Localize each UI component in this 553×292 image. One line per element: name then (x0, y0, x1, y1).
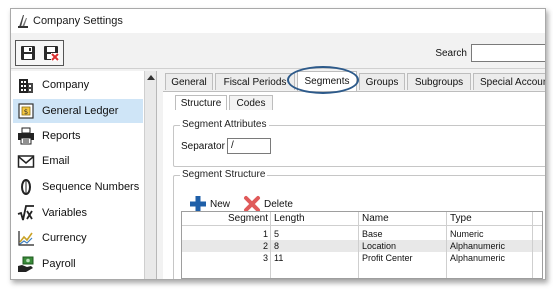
floppy-delete-icon (44, 45, 59, 61)
cell-name: Profit Center (362, 253, 413, 263)
toolbar-button-group (15, 39, 64, 66)
subtab-codes[interactable]: Codes (229, 95, 273, 110)
sidebar-item-label: Variables (42, 207, 88, 219)
column-header-length[interactable]: Length (274, 212, 305, 226)
sidebar-item-email[interactable]: Email (13, 149, 143, 173)
column-divider[interactable] (446, 212, 447, 278)
save-button[interactable] (19, 44, 37, 62)
sidebar-item-currency[interactable]: Currency (13, 226, 143, 250)
scroll-up-arrow-icon[interactable] (147, 75, 155, 80)
column-header-name[interactable]: Name (362, 212, 389, 226)
cell-name: Base (362, 229, 383, 239)
tab-fiscal-periods[interactable]: Fiscal Periods (215, 73, 295, 90)
envelope-icon (16, 151, 36, 171)
number-zero-icon (16, 177, 36, 197)
table-header: Segment Length Name Type (182, 212, 542, 226)
hand-money-icon (16, 254, 36, 274)
column-header-segment[interactable]: Segment (186, 212, 268, 226)
cell-length: 5 (274, 229, 280, 239)
tab-special-accounts[interactable]: Special Accounts (473, 73, 545, 90)
toolbar: Search (11, 37, 545, 69)
tab-general[interactable]: General (165, 73, 213, 90)
window-title: Company Settings (33, 15, 123, 27)
sidebar-item-label: Sequence Numbers (42, 181, 140, 193)
delete-record-button[interactable] (42, 44, 60, 62)
tab-label: Subgroups (414, 76, 464, 88)
tab-label: Groups (365, 76, 399, 88)
sidebar-item-label: Email (42, 155, 70, 167)
sidebar-item-company[interactable]: Company (13, 73, 143, 97)
tab-label: Special Accounts (480, 76, 545, 88)
tab-label: Segments (304, 76, 350, 87)
segment-structure-title: Segment Structure (180, 169, 268, 180)
svg-text:$: $ (24, 108, 28, 116)
cell-type: Alphanumeric (450, 253, 506, 263)
sidebar-item-label: Reports (42, 130, 81, 142)
tab-label: Fiscal Periods (223, 76, 287, 88)
sidebar-item-payroll[interactable]: Payroll (13, 252, 143, 276)
table-row[interactable]: 1 5 Base Numeric (182, 228, 542, 240)
sidebar-item-variables[interactable]: Variables (13, 201, 143, 225)
main-tab-strip: General Fiscal Periods Segments Groups S… (163, 71, 545, 91)
segment-structure-table: Segment Length Name Type 1 5 Base Numeri… (181, 211, 543, 279)
chart-icon (16, 228, 36, 248)
column-divider[interactable] (358, 212, 359, 278)
ledger-icon: $ (16, 101, 36, 121)
sidebar-item-reports[interactable]: Reports (13, 124, 143, 148)
table-row[interactable]: 2 8 Location Alphanumeric (182, 240, 542, 252)
settings-sidebar: Company $ General Ledger Reports Email S… (11, 71, 157, 279)
delete-button-label: Delete (264, 198, 293, 210)
tab-subgroups[interactable]: Subgroups (407, 73, 471, 90)
sidebar-item-general-ledger[interactable]: $ General Ledger (13, 99, 143, 123)
cell-name: Location (362, 241, 397, 251)
printer-icon (16, 126, 36, 146)
cell-segment: 2 (262, 241, 268, 251)
segment-attributes-title: Segment Attributes (180, 119, 269, 130)
new-button-label: New (210, 198, 231, 210)
cell-length: 11 (274, 253, 284, 263)
floppy-disk-icon (21, 45, 35, 60)
sqrt-x-icon (16, 203, 36, 223)
search-input[interactable] (471, 44, 545, 62)
column-header-type[interactable]: Type (450, 212, 472, 226)
building-icon (16, 75, 36, 95)
subtab-label: Structure (180, 97, 222, 109)
cell-segment: 3 (262, 253, 268, 263)
tab-segments[interactable]: Segments (297, 71, 357, 91)
separator-label: Separator (181, 141, 225, 152)
sidebar-item-label: Company (42, 79, 90, 91)
tab-groups[interactable]: Groups (359, 73, 405, 90)
cell-length: 8 (274, 241, 280, 251)
cell-segment: 1 (262, 229, 268, 239)
subtab-label: Codes (236, 97, 266, 109)
sidebar-item-label: Currency (42, 232, 87, 244)
company-settings-window: Company Settings Search Company $ Genera… (10, 8, 546, 280)
column-divider[interactable] (532, 212, 533, 278)
cell-type: Alphanumeric (450, 241, 506, 251)
tab-label: General (171, 76, 207, 88)
sidebar-item-sequence-numbers[interactable]: Sequence Numbers (13, 175, 143, 199)
sidebar-scrollbar[interactable] (144, 71, 156, 279)
subtab-structure[interactable]: Structure (175, 95, 227, 110)
column-divider[interactable] (270, 212, 271, 278)
search-label: Search (435, 48, 467, 59)
separator-input[interactable]: / (227, 138, 271, 154)
settings-app-icon (18, 15, 28, 28)
title-bar: Company Settings (11, 9, 545, 33)
table-row[interactable]: 3 11 Profit Center Alphanumeric (182, 252, 542, 264)
sidebar-item-label: General Ledger (42, 105, 119, 117)
cell-type: Numeric (450, 229, 484, 239)
sidebar-item-label: Payroll (42, 258, 76, 270)
